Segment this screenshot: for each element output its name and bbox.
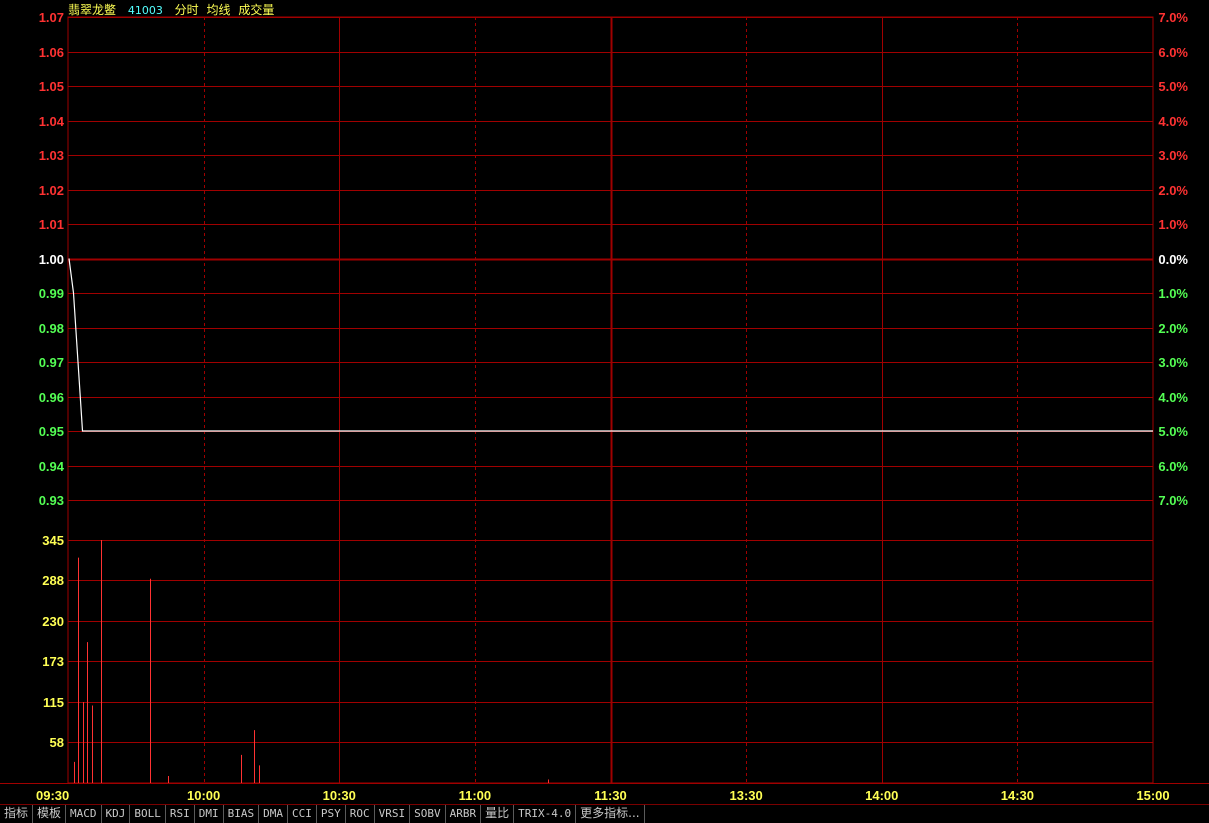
percent-tick-label: 7.0%	[1158, 493, 1188, 508]
percent-tick-label: 6.0%	[1158, 45, 1188, 60]
volume-tick-label: 230	[42, 614, 64, 629]
price-tick-label: 1.03	[39, 148, 64, 163]
chart-grid	[0, 16, 1209, 784]
volume-tick-label: 58	[50, 735, 64, 750]
stock-name: 翡翠龙鳖	[68, 3, 117, 17]
time-tick-label: 14:30	[1001, 788, 1034, 803]
volume-axis: 345 288 230 173 115 58	[42, 533, 64, 750]
price-tick-label: 1.05	[39, 79, 64, 94]
indicator-tab[interactable]: KDJ	[102, 805, 131, 823]
indicator-tab[interactable]: CCI	[288, 805, 317, 823]
chart-header: 翡翠龙鳖 41003 分时 均线 成交量	[68, 2, 278, 19]
indicator-tab[interactable]: 模板	[33, 805, 67, 823]
time-tick-label: 11:00	[459, 788, 492, 803]
time-tick-label: 13:30	[730, 788, 763, 803]
indicator-tab[interactable]: RSI	[166, 805, 195, 823]
time-axis: 09:30 10:00 10:30 11:00 11:30 13:30 14:00 14:30…	[36, 788, 1170, 803]
percent-tick-label: 5.0%	[1158, 424, 1188, 439]
price-tick-label: 1.02	[39, 183, 64, 198]
intraday-chart: 1.07 1.06 1.05 1.04 1.03 1.02 1.01 1.00 0.99 0.98…	[0, 10, 1209, 803]
volume-tick-label: 115	[43, 695, 64, 710]
percent-tick-label: 3.0%	[1158, 148, 1188, 163]
indicator-tab[interactable]: BOLL	[130, 805, 166, 823]
option-volume[interactable]: 成交量	[238, 3, 274, 17]
percent-tick-label: 0.0%	[1158, 252, 1188, 267]
price-axis-left: 1.07 1.06 1.05 1.04 1.03 1.02 1.01 1.00 0.99 0.98…	[39, 10, 65, 508]
time-tick-label: 15:00	[1136, 788, 1169, 803]
indicator-tab[interactable]: SOBV	[410, 805, 446, 823]
percent-tick-label: 3.0%	[1158, 355, 1188, 370]
time-tick-label: 09:30	[36, 788, 69, 803]
percent-tick-label: 1.0%	[1158, 217, 1188, 232]
price-tick-label: 1.06	[39, 45, 64, 60]
indicator-tab[interactable]: TRIX-4.0	[514, 805, 577, 823]
option-average-line[interactable]: 均线	[207, 3, 231, 17]
indicator-tab[interactable]: PSY	[317, 805, 346, 823]
indicator-tab[interactable]: ROC	[346, 805, 375, 823]
indicator-tab[interactable]: VRSI	[375, 805, 411, 823]
volume-tick-label: 173	[42, 654, 64, 669]
percent-axis-right: 7.0% 6.0% 5.0% 4.0% 3.0% 2.0% 1.0% 0.0% 1.0% 2.0%…	[1158, 10, 1188, 508]
price-tick-label: 0.94	[39, 459, 65, 474]
price-tick-label: 0.95	[39, 424, 64, 439]
volume-tick-label: 288	[42, 573, 64, 588]
percent-tick-label: 7.0%	[1158, 10, 1188, 25]
volume-tick-label: 345	[42, 533, 64, 548]
price-tick-label: 1.07	[39, 10, 64, 25]
percent-tick-label: 4.0%	[1158, 390, 1188, 405]
indicator-tab[interactable]: BIAS	[224, 805, 260, 823]
indicator-tab[interactable]: DMI	[195, 805, 224, 823]
indicator-tab[interactable]: ARBR	[446, 805, 482, 823]
price-tick-label: 1.01	[39, 217, 64, 232]
price-tick-label: 0.97	[39, 355, 64, 370]
indicator-tab-bar: 指标 模板 MACD KDJ BOLL RSI DMI BIAS DMA CCI PSY ROC VRS…	[0, 804, 1209, 823]
price-tick-label: 1.04	[39, 114, 65, 129]
indicator-tab[interactable]: DMA	[259, 805, 289, 823]
price-tick-label: 0.93	[39, 493, 64, 508]
time-tick-label: 10:30	[323, 788, 356, 803]
price-tick-label: 1.00	[39, 252, 64, 267]
indicator-tab[interactable]: MACD	[66, 805, 102, 823]
price-tick-label: 0.98	[39, 321, 64, 336]
indicator-tab[interactable]: 量比	[481, 805, 515, 823]
percent-tick-label: 5.0%	[1158, 79, 1188, 94]
option-intraday[interactable]: 分时	[175, 3, 199, 17]
percent-tick-label: 2.0%	[1158, 321, 1188, 336]
indicator-tab[interactable]: 指标	[0, 805, 34, 823]
time-tick-label: 14:00	[865, 788, 898, 803]
stock-code: 41003	[127, 4, 163, 17]
percent-tick-label: 4.0%	[1158, 114, 1188, 129]
time-tick-label: 10:00	[187, 788, 220, 803]
percent-tick-label: 2.0%	[1158, 183, 1188, 198]
price-tick-label: 0.99	[39, 286, 64, 301]
percent-tick-label: 1.0%	[1158, 286, 1188, 301]
time-tick-label: 11:30	[594, 788, 627, 803]
price-tick-label: 0.96	[39, 390, 64, 405]
percent-tick-label: 6.0%	[1158, 459, 1188, 474]
indicator-tab[interactable]: 更多指标...	[576, 805, 645, 823]
